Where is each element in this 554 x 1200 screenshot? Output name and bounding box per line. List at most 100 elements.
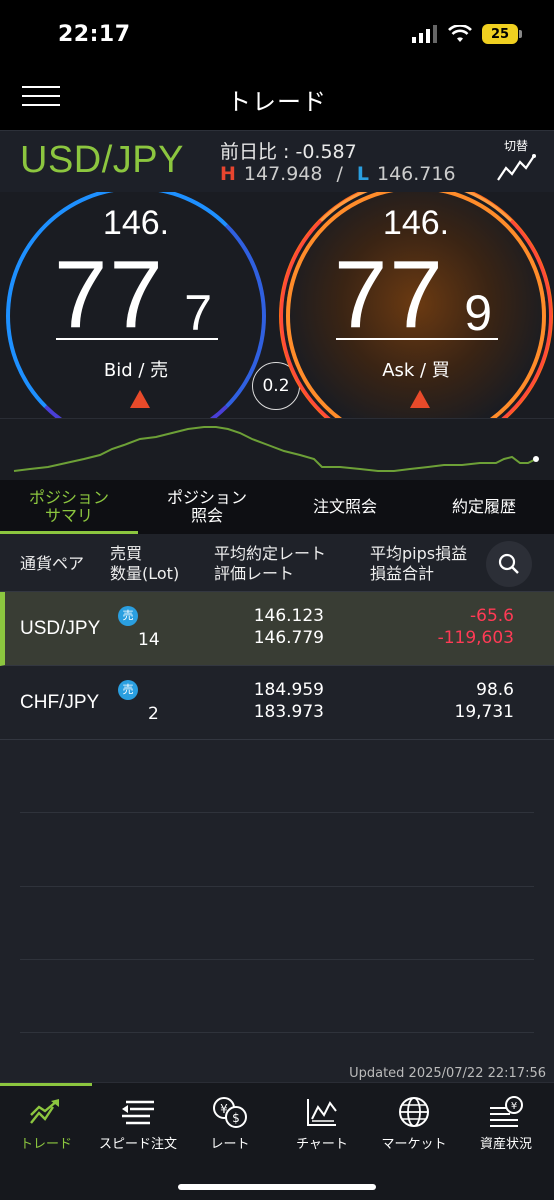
row-pair: CHF/JPY [20,692,100,713]
chart-icon [307,1099,337,1126]
low-mark: L [356,163,369,185]
rate-panel: 146. 77 7 Bid / 売 0.2 146. 77 9 Ask / 買 [0,192,554,418]
sell-badge: 売 [118,680,138,700]
speed-order-icon [122,1100,154,1125]
ask-up-arrow-icon [410,390,430,408]
status-time: 22:17 [58,22,131,47]
bid-rate-main: 77 [54,241,165,348]
search-button[interactable] [486,541,532,587]
table-row[interactable]: CHF/JPY 売 2 184.959 183.973 98.6 19,731 [0,666,554,740]
bottom-tab-label: 資産状況 [479,1137,532,1152]
ask-rate-prefix: 146. [382,204,450,242]
bid-up-arrow-icon [130,390,150,408]
bid-sell-button[interactable]: 146. 77 7 Bid / 売 [6,192,266,418]
svg-text:¥: ¥ [511,1101,517,1112]
high-value: 147.948 [243,163,323,185]
position-table: 通貨ペア 売買 数量(Lot) 平均約定レート 評価レート 平均pips損益 損… [0,534,554,1082]
row-avg-rate: 184.959 [253,680,324,700]
bid-rate-pip: 7 [184,285,212,341]
active-bottom-tab-indicator [0,1083,92,1086]
row-pair: USD/JPY [20,618,101,639]
price-sparkline [0,418,554,480]
col-avg-rate: 平均約定レート [214,544,327,563]
day-change: 前日比 : -0.587 [220,141,357,163]
sell-badge: 売 [118,606,138,626]
bid-divider [56,338,218,340]
rate-icon: ¥ $ [213,1097,247,1128]
empty-row-divider [20,886,534,887]
empty-row-divider [20,1032,534,1033]
tab-position-inquiry[interactable]: ポジション 照会 [138,480,276,534]
col-avg-pips: 平均pips損益 [370,544,468,563]
row-pl: 19,731 [454,702,514,722]
empty-row-divider [20,959,534,960]
currency-pair-name[interactable]: USD/JPY [20,139,184,182]
ask-divider [336,338,498,340]
trade-icon [30,1099,59,1124]
tab-label: 約定履歴 [451,497,516,516]
col-eval-rate: 評価レート [214,564,295,583]
table-header: 通貨ペア 売買 数量(Lot) 平均約定レート 評価レート 平均pips損益 損… [0,534,554,592]
tab-label-line1: ポジション [166,488,247,507]
tab-label: 注文照会 [312,497,377,516]
switch-label: 切替 [503,139,528,153]
row-pips: -65.6 [470,606,514,626]
low-value: 146.716 [377,163,456,185]
bottom-tab-label: トレード [19,1137,72,1152]
sparkline-chart [13,426,539,472]
ask-label: Ask / 買 [382,360,450,381]
tab-position-summary[interactable]: ポジション サマリ [0,480,138,534]
bid-label: Bid / 売 [103,360,169,381]
ask-buy-button[interactable]: 146. 77 9 Ask / 買 [280,192,552,418]
tab-label-line2: 照会 [190,506,223,525]
col-pair: 通貨ペア [20,554,85,573]
tab-order-inquiry[interactable]: 注文照会 [276,480,414,534]
home-indicator[interactable] [178,1184,376,1190]
ask-rate-main: 77 [334,241,445,348]
col-side: 売買 [110,544,143,563]
wifi-icon [448,25,472,42]
bottom-tab-assets[interactable]: ¥ 資産状況 [460,1095,552,1152]
tab-label-line2: サマリ [44,506,93,525]
battery-indicator: 25 [482,24,522,44]
high-mark: H [220,163,236,185]
bottom-tab-bar: トレード スピード注文 ¥ $ レート チャート マーケット ¥ 資産状況 [0,1082,554,1200]
currency-pair-bar: USD/JPY 前日比 : -0.587 H 147.948 / L 146.7… [0,130,554,192]
updated-timestamp: Updated 2025/07/22 22:17:56 [349,1066,546,1081]
bottom-tab-label: スピード注文 [98,1137,177,1152]
col-lot: 数量(Lot) [110,564,180,583]
bottom-tab-label: チャート [296,1137,348,1152]
row-eval-rate: 146.779 [253,628,324,648]
row-lot: 14 [138,630,160,650]
switch-chart-icon [497,154,536,181]
status-bar: 22:17 25 [0,0,554,72]
bottom-tab-rate[interactable]: ¥ $ レート [184,1095,276,1152]
switch-view-button[interactable]: 切替 [494,137,538,187]
cellular-signal-icon [412,25,437,43]
bottom-tab-market[interactable]: マーケット [368,1095,460,1152]
row-avg-rate: 146.123 [253,606,324,626]
bottom-tab-speed-order[interactable]: スピード注文 [92,1095,184,1152]
col-total-pl: 損益合計 [370,564,435,583]
status-icons: 25 [412,24,522,44]
bottom-tab-label: マーケット [381,1137,447,1152]
svg-text:$: $ [232,1111,240,1125]
table-row[interactable]: USD/JPY 売 14 146.123 146.779 -65.6 -119,… [0,592,554,666]
market-globe-icon [399,1097,429,1127]
tab-execution-history[interactable]: 約定履歴 [414,480,554,534]
nav-bar: トレード [0,72,554,130]
row-pl: -119,603 [437,628,514,648]
bottom-tab-trade[interactable]: トレード [0,1095,92,1152]
row-pips: 98.6 [476,680,514,700]
page-title: トレード [227,88,327,116]
bottom-tab-chart[interactable]: チャート [276,1095,368,1152]
assets-icon: ¥ [490,1096,523,1127]
tab-label-line1: ポジション [28,488,109,507]
row-eval-rate: 183.973 [253,702,324,722]
ask-rate-pip: 9 [464,285,492,341]
empty-row-divider [20,812,534,813]
row-lot: 2 [148,704,159,724]
search-icon [498,553,519,574]
high-low-separator: / [336,163,343,185]
high-low-line: H 147.948 / L 146.716 [220,163,456,185]
